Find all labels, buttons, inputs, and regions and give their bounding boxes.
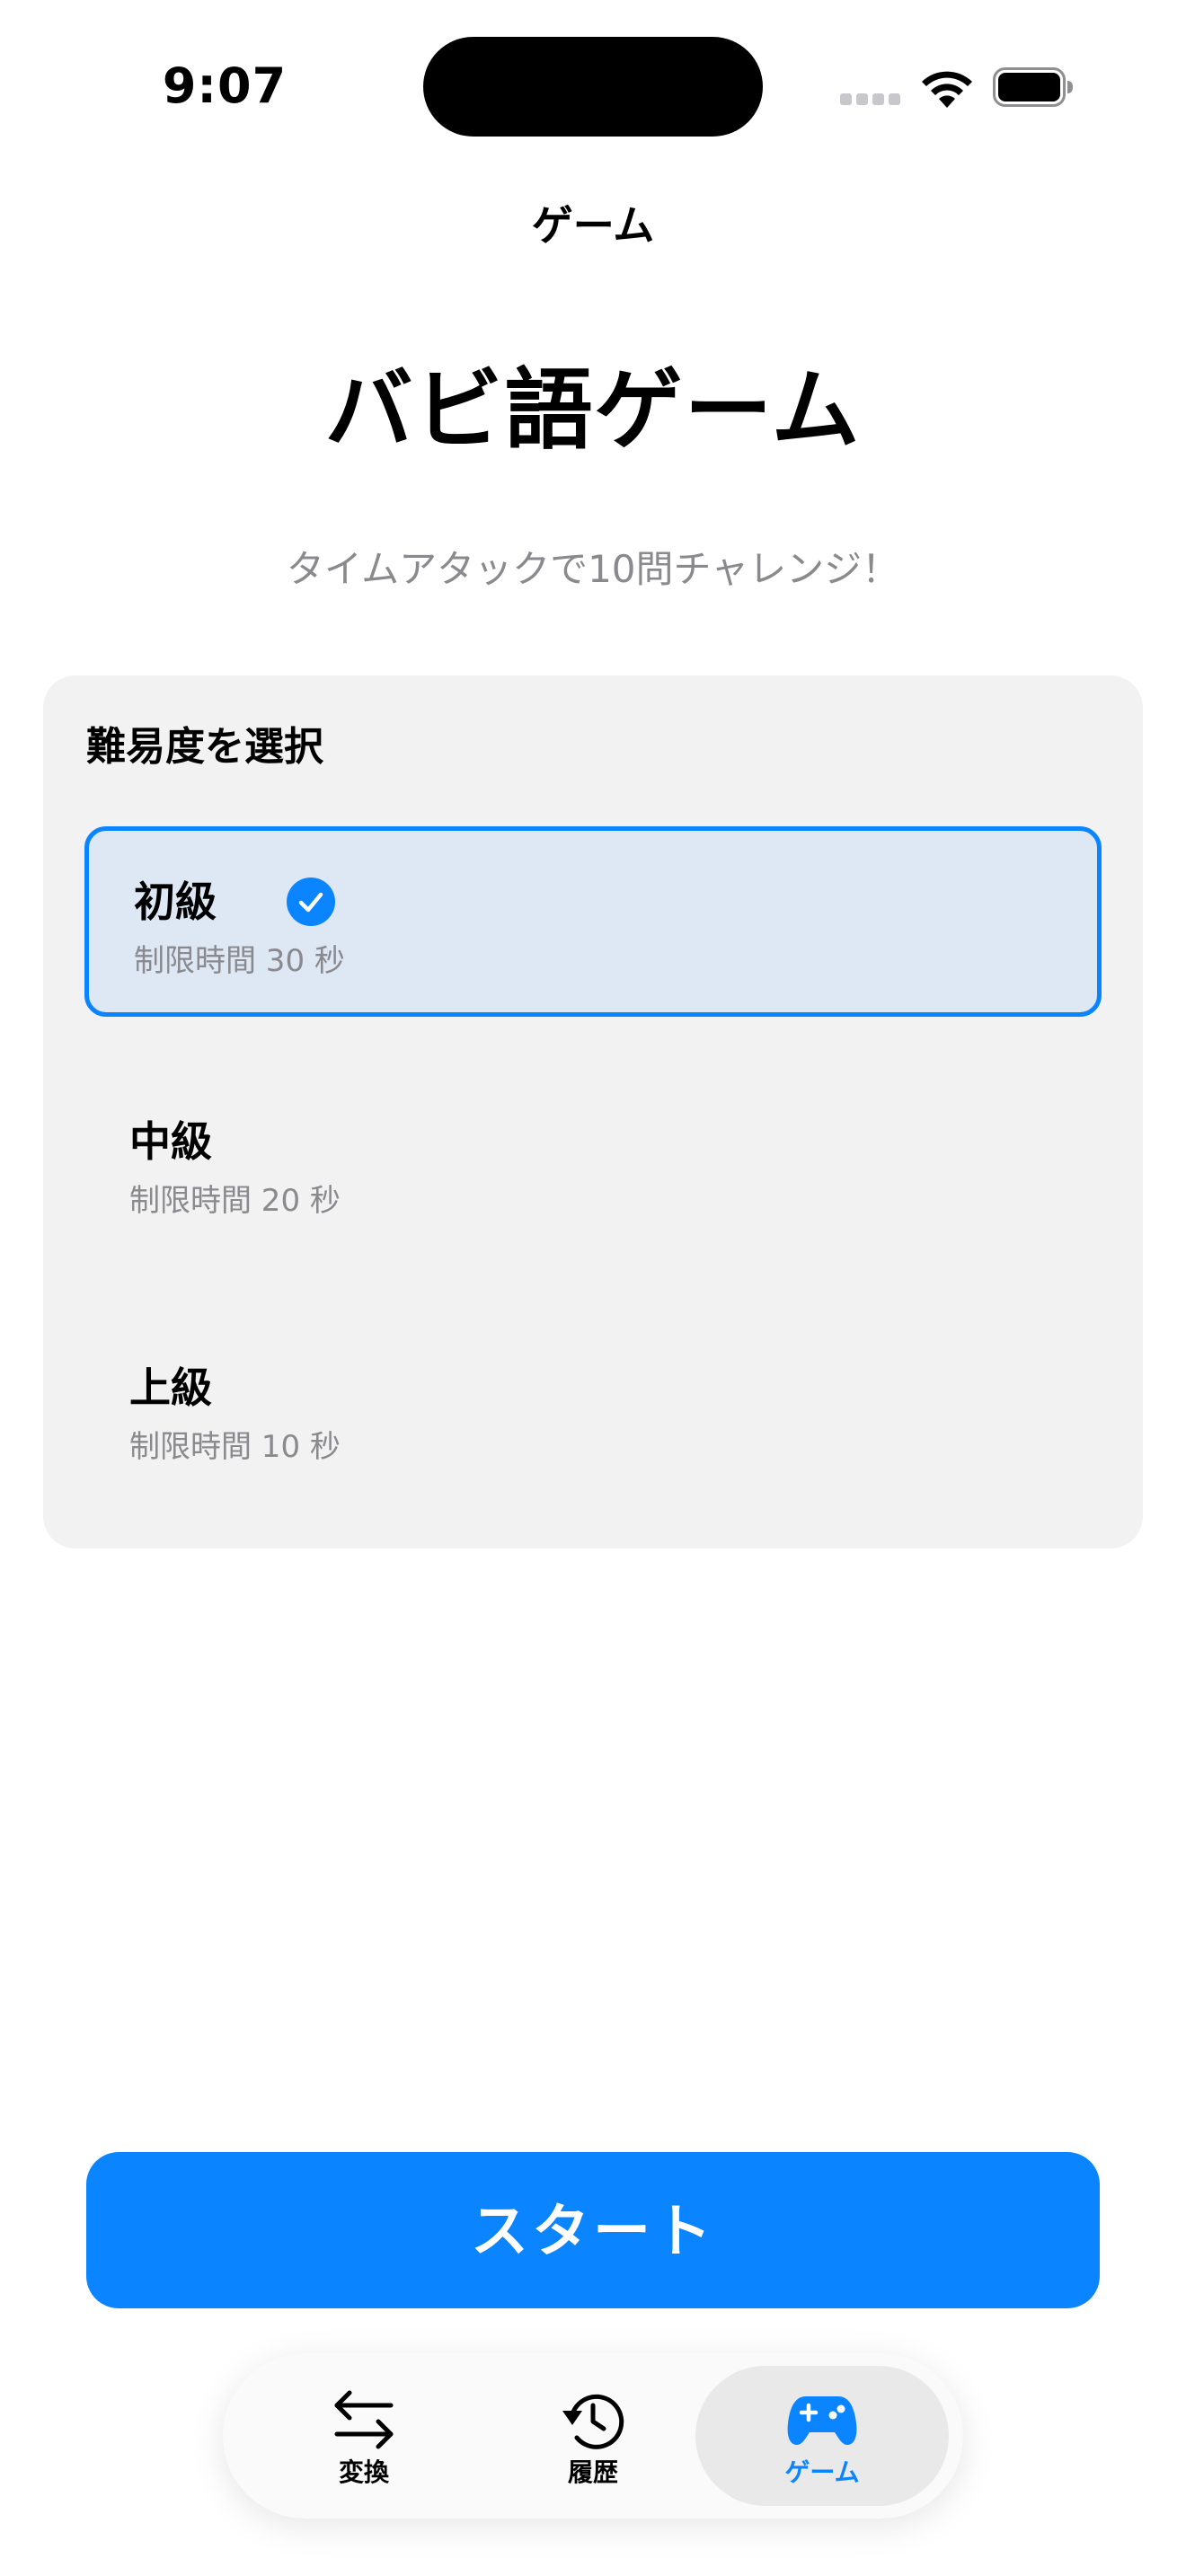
option-name: 初級	[134, 878, 217, 926]
tab-label: 履歴	[567, 2457, 618, 2487]
page-subtitle: タイムアタックで10問チャレンジ！	[286, 547, 900, 591]
nav-title: ゲーム	[531, 201, 655, 250]
option-time-limit: 制限時間 20 秒	[129, 1183, 341, 1219]
tab-convert[interactable]: 変換	[237, 2366, 491, 2506]
tab-label: ゲーム	[784, 2457, 860, 2487]
option-time-limit: 制限時間 10 秒	[129, 1429, 341, 1465]
battery-icon	[993, 67, 1073, 107]
start-button[interactable]: スタート	[86, 2152, 1100, 2308]
option-name: 上級	[129, 1363, 212, 1412]
tab-label: 変換	[338, 2457, 389, 2487]
status-time: 9:07	[162, 57, 288, 114]
arrows-swap-icon	[334, 2390, 394, 2449]
page-title: バビ語ゲーム	[324, 359, 862, 462]
difficulty-option-advanced[interactable]: 上級 制限時間 10 秒	[84, 1317, 1102, 1507]
difficulty-option-beginner[interactable]: 初級 制限時間 30 秒	[84, 826, 1102, 1017]
option-name: 中級	[129, 1117, 212, 1166]
option-time-limit: 制限時間 30 秒	[134, 943, 345, 979]
difficulty-option-intermediate[interactable]: 中級 制限時間 20 秒	[84, 1071, 1102, 1261]
dynamic-island	[423, 37, 763, 137]
wifi-icon	[922, 71, 972, 108]
difficulty-card: 難易度を選択 初級 制限時間 30 秒 中級 制限時間 20 秒 上級 制限時間…	[43, 675, 1143, 1548]
checkmark-circle-icon	[287, 878, 335, 926]
gamecontroller-icon	[787, 2396, 857, 2445]
cellular-signal-icon	[840, 93, 901, 106]
tab-history[interactable]: 履歴	[466, 2366, 720, 2506]
tab-game[interactable]: ゲーム	[695, 2366, 949, 2506]
history-clock-icon	[562, 2394, 624, 2449]
difficulty-heading: 難易度を選択	[86, 724, 323, 770]
tab-bar: 変換 履歴 ゲーム	[223, 2353, 963, 2519]
